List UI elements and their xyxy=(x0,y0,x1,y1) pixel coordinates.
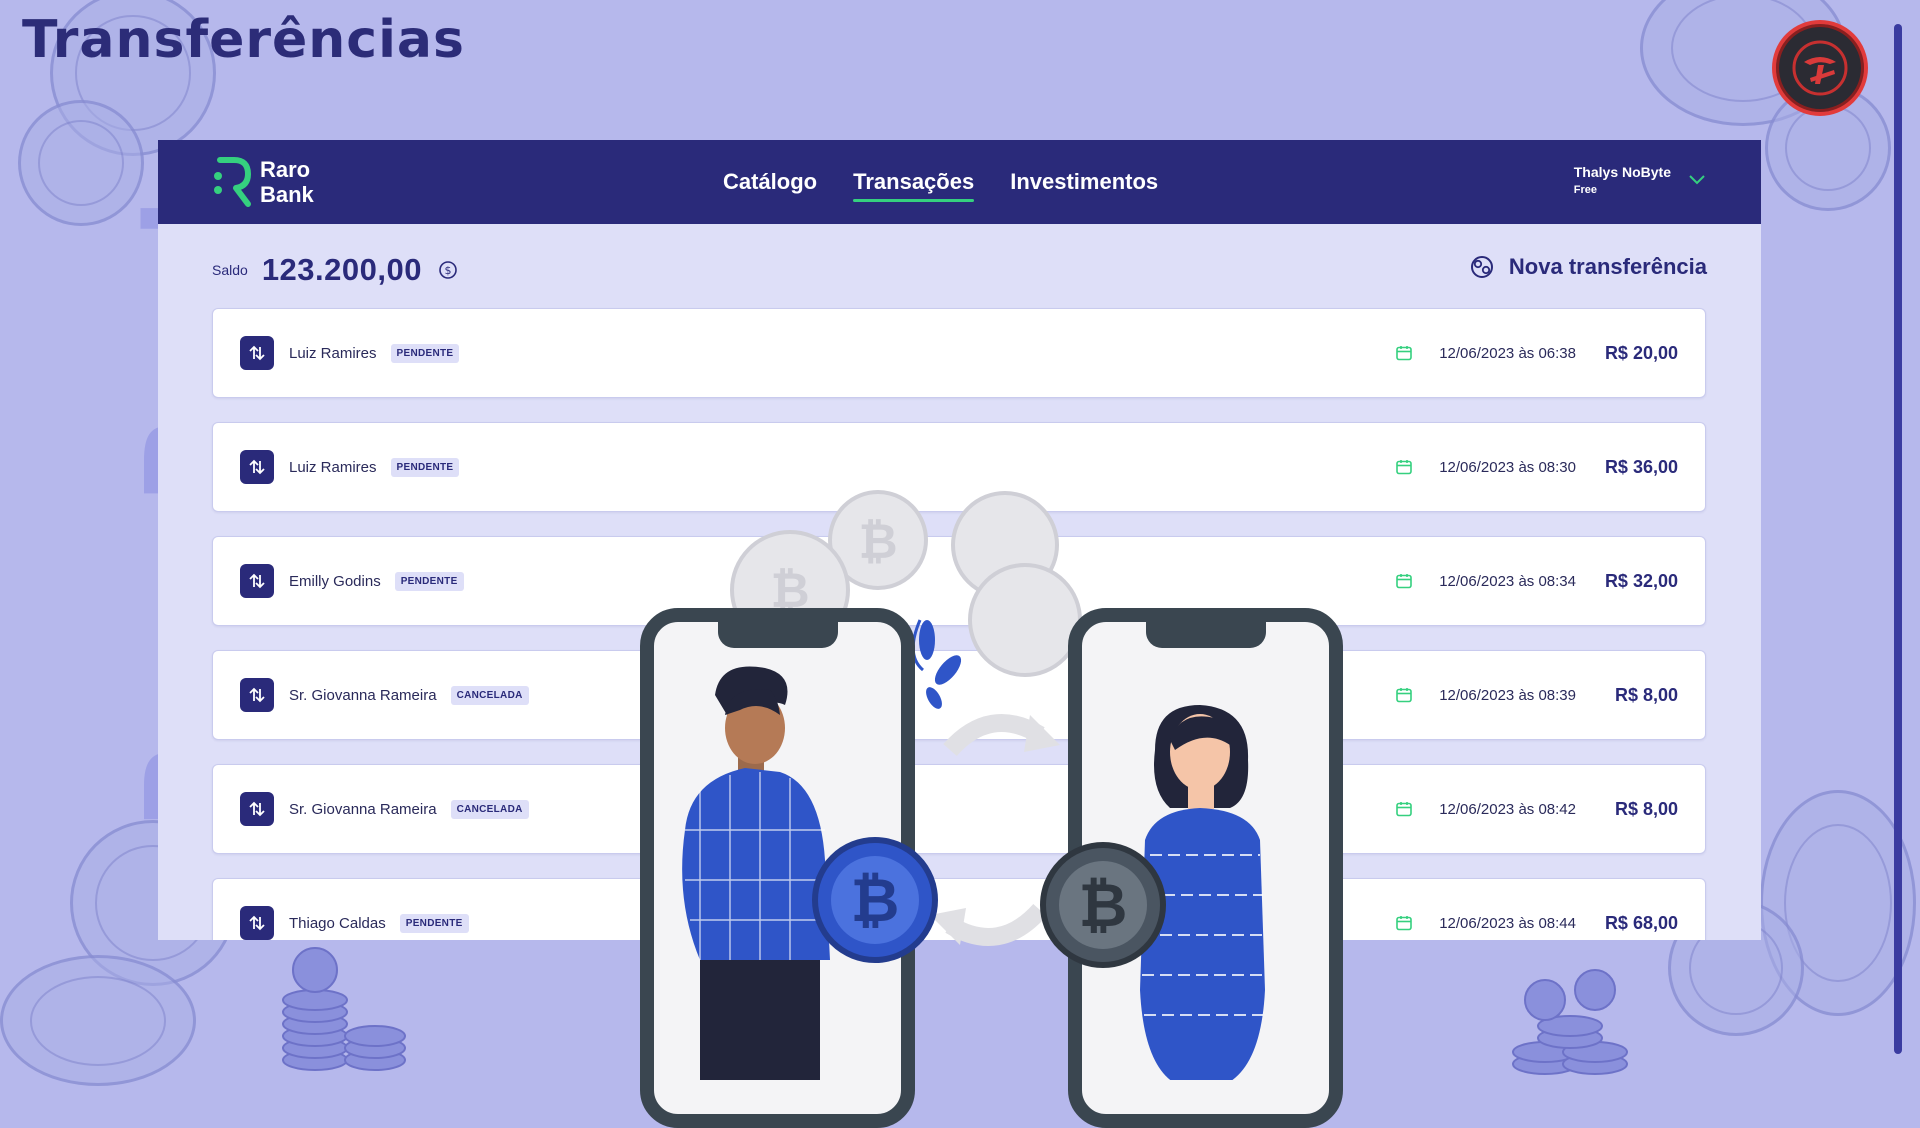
transaction-amount: R$ 68,00 xyxy=(1604,912,1678,933)
transaction-date: 12/06/2023 às 08:39 xyxy=(1439,686,1576,704)
transaction-party: Sr. Giovanna Rameira CANCELADA xyxy=(289,800,529,819)
transaction-party: Emilly Godins PENDENTE xyxy=(289,572,464,591)
bitcoin-coin-gray-icon: ₿ xyxy=(1040,842,1166,968)
transfer-arrows-icon xyxy=(240,678,274,712)
transaction-meta: 12/06/2023 às 08:44 R$ 68,00 xyxy=(1395,879,1678,940)
svg-text:₿: ₿ xyxy=(851,866,900,936)
balance-value: 123.200,00 xyxy=(261,252,422,287)
transaction-meta: 12/06/2023 às 08:42 R$ 8,00 xyxy=(1395,765,1678,853)
transaction-party: Thiago Caldas PENDENTE xyxy=(289,914,469,933)
nav-investimentos[interactable]: Investimentos xyxy=(1010,165,1158,199)
raro-logo-icon xyxy=(214,157,251,207)
transaction-party: Sr. Giovanna Rameira CANCELADA xyxy=(289,686,529,705)
status-badge: CANCELADA xyxy=(450,800,529,819)
phone-notch xyxy=(1145,622,1266,648)
transaction-amount: R$ 8,00 xyxy=(1614,798,1678,819)
raro-bank-logo[interactable]: Raro Bank xyxy=(212,154,314,210)
transfer-arrows-icon xyxy=(240,450,274,484)
status-badge: CANCELADA xyxy=(450,686,529,705)
chevron-down-icon[interactable] xyxy=(1689,175,1705,185)
top-navbar: Raro Bank Catálogo Transações Investimen… xyxy=(158,140,1761,224)
transaction-meta: 12/06/2023 às 08:34 R$ 32,00 xyxy=(1395,537,1678,625)
nav-catalogo[interactable]: Catálogo xyxy=(723,165,817,199)
slide-title: Transferências xyxy=(22,10,465,70)
transaction-meta: 12/06/2023 às 08:39 R$ 8,00 xyxy=(1395,651,1678,739)
transfer-arrows-icon xyxy=(240,336,274,370)
calendar-icon xyxy=(1396,574,1413,589)
bitcoin-coin-blue-icon: ₿ xyxy=(812,837,938,963)
logo-line-2: Bank xyxy=(260,182,314,207)
svg-text:₿: ₿ xyxy=(1079,871,1128,941)
status-badge: PENDENTE xyxy=(399,914,469,933)
calendar-icon xyxy=(1396,916,1413,931)
logo-line-1: Raro xyxy=(260,157,311,182)
svg-text:$: $ xyxy=(444,264,451,277)
transaction-date: 12/06/2023 às 06:38 xyxy=(1439,344,1576,362)
calendar-icon xyxy=(1396,802,1413,817)
transfer-arrows-icon xyxy=(240,564,274,598)
transaction-name: Sr. Giovanna Rameira xyxy=(289,687,437,704)
phone-notch xyxy=(717,622,838,648)
balance-label: Saldo xyxy=(212,262,248,278)
transaction-date: 12/06/2023 às 08:30 xyxy=(1439,458,1576,476)
transfer-arrows-icon xyxy=(240,906,274,940)
calendar-icon xyxy=(1396,688,1413,703)
transaction-name: Emilly Godins xyxy=(289,573,381,590)
user-name: Thalys NoByte xyxy=(1573,164,1671,180)
coin-stack-right-icon xyxy=(1512,969,1628,1075)
status-badge: PENDENTE xyxy=(390,458,460,477)
dollar-circle-icon: $ xyxy=(439,261,457,279)
transaction-amount: R$ 20,00 xyxy=(1604,342,1678,363)
new-transfer-label: Nova transferência xyxy=(1508,254,1707,279)
right-rail-divider xyxy=(1894,24,1902,1054)
transaction-name: Luiz Ramires xyxy=(289,345,377,362)
svg-text:₿: ₿ xyxy=(858,514,897,570)
calendar-icon xyxy=(1396,460,1413,475)
transaction-amount: R$ 36,00 xyxy=(1604,456,1678,477)
transfer-circle-icon xyxy=(1470,256,1493,278)
transaction-amount: R$ 8,00 xyxy=(1614,684,1678,705)
pirate-logo-icon xyxy=(1792,40,1848,96)
transaction-date: 12/06/2023 às 08:44 xyxy=(1439,914,1576,932)
user-plan: Free xyxy=(1573,184,1597,196)
transfer-arrows-icon xyxy=(240,792,274,826)
coin-stack-left-icon xyxy=(282,947,406,1071)
nav-transacoes[interactable]: Transações xyxy=(853,165,975,202)
transaction-name: Sr. Giovanna Rameira xyxy=(289,801,437,818)
transaction-name: Luiz Ramires xyxy=(289,459,377,476)
user-menu[interactable]: Thalys NoByte Free xyxy=(1574,164,1705,196)
transaction-date: 12/06/2023 às 08:34 xyxy=(1439,572,1576,590)
calendar-icon xyxy=(1396,346,1413,361)
transaction-date: 12/06/2023 às 08:42 xyxy=(1439,800,1576,818)
balance-row: Saldo 123.200,00 $ Nova transferência xyxy=(212,248,1707,292)
transaction-party: Luiz Ramires PENDENTE xyxy=(289,458,460,477)
corner-logo-badge xyxy=(1772,20,1868,116)
transfer-illustration: ₿ ₿ ₿ ₿ xyxy=(620,490,1343,1128)
new-transfer-button[interactable]: Nova transferência xyxy=(1469,254,1707,280)
background-coin-icon xyxy=(0,955,196,1086)
status-badge: PENDENTE xyxy=(394,572,464,591)
logo-text: Raro Bank xyxy=(260,157,314,207)
transaction-party: Luiz Ramires PENDENTE xyxy=(289,344,460,363)
transaction-meta: 12/06/2023 às 06:38 R$ 20,00 xyxy=(1395,309,1678,397)
status-badge: PENDENTE xyxy=(390,344,460,363)
transaction-amount: R$ 32,00 xyxy=(1604,570,1678,591)
main-nav: Catálogo Transações Investimentos xyxy=(723,140,1158,224)
transaction-row[interactable]: Luiz Ramires PENDENTE 12/06/2023 às 06:3… xyxy=(212,308,1706,398)
transaction-name: Thiago Caldas xyxy=(289,915,386,932)
transaction-meta: 12/06/2023 às 08:30 R$ 36,00 xyxy=(1395,423,1678,511)
